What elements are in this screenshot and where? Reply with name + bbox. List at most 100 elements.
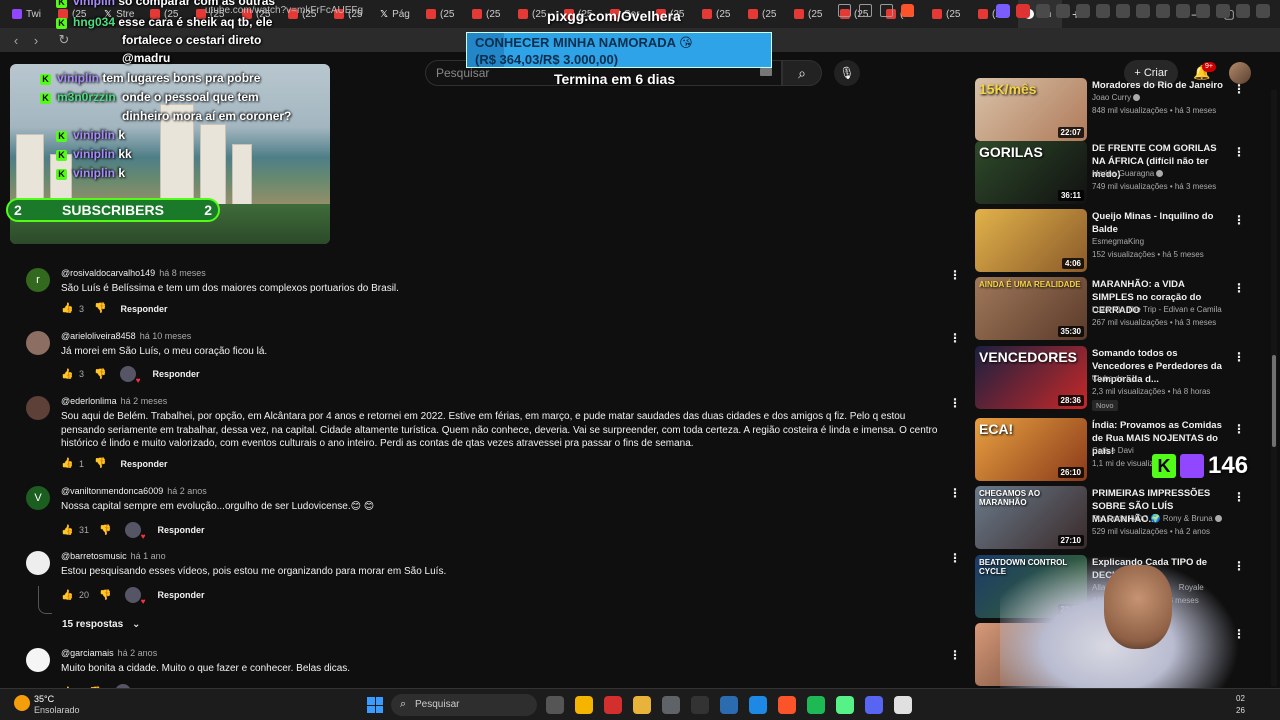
comment-time[interactable]: há 2 anos <box>118 648 158 658</box>
browser-tab[interactable]: (25 <box>466 0 512 28</box>
video-thumbnail[interactable]: 15K/mês 22:07 <box>975 78 1087 141</box>
extension-icon[interactable] <box>1236 4 1250 18</box>
video-thumbnail[interactable]: 4:06 <box>975 209 1087 272</box>
keyboard-icon[interactable] <box>760 68 772 76</box>
comment-time[interactable]: há 2 meses <box>121 396 168 406</box>
browser-tab[interactable]: (25 <box>926 0 972 28</box>
more-options-icon[interactable]: ⋮ <box>949 396 961 410</box>
taskbar-app-icon[interactable] <box>604 696 622 714</box>
more-options-icon[interactable]: ⋮ <box>949 486 961 500</box>
video-thumbnail[interactable]: CHEGAMOS AO MARANHÃO 27:10 <box>975 486 1087 549</box>
taskbar-app-icon[interactable] <box>633 696 651 714</box>
windows-start-icon[interactable] <box>367 697 383 713</box>
like-icon[interactable]: 👍 <box>61 525 77 536</box>
comment-time[interactable]: há 2 anos <box>167 486 207 496</box>
like-icon[interactable]: 👍 <box>61 303 77 314</box>
channel-name[interactable]: Joao Curry <box>1092 93 1141 102</box>
more-options-icon[interactable]: ⋮ <box>1233 82 1245 96</box>
extension-icon[interactable] <box>1096 4 1110 18</box>
dislike-icon[interactable]: 👎 <box>94 458 106 469</box>
extension-icon[interactable] <box>1136 4 1150 18</box>
weather-temperature[interactable]: 35°C <box>34 694 54 704</box>
comment-time[interactable]: há 10 meses <box>140 331 192 341</box>
channel-name[interactable]: Cata e Davi <box>1092 446 1134 455</box>
video-thumbnail[interactable]: AINDA É UMA REALIDADE 35:30 <box>975 277 1087 340</box>
extension-icon[interactable] <box>1076 4 1090 18</box>
more-options-icon[interactable]: ⋮ <box>1233 422 1245 436</box>
extension-icon[interactable] <box>1016 4 1030 18</box>
extension-icon[interactable] <box>1056 4 1070 18</box>
taskbar-app-icon[interactable] <box>720 696 738 714</box>
recommended-video[interactable]: AINDA É UMA REALIDADE 35:30 MARANHÃO: a VI… <box>975 277 1255 341</box>
more-options-icon[interactable]: ⋮ <box>1233 490 1245 504</box>
more-options-icon[interactable]: ⋮ <box>1233 145 1245 159</box>
browser-tab[interactable]: (25 <box>420 0 466 28</box>
video-thumbnail[interactable]: GORILAS 36:11 <box>975 141 1087 204</box>
dislike-icon[interactable]: 👎 <box>99 590 111 601</box>
commenter-avatar[interactable] <box>26 648 50 672</box>
more-options-icon[interactable]: ⋮ <box>949 268 961 282</box>
video-thumbnail[interactable]: VENCEDORES 28:36 <box>975 346 1087 409</box>
browser-tab[interactable]: (25 <box>696 0 742 28</box>
voice-search-button[interactable]: 🎙 <box>834 60 860 86</box>
extension-icon[interactable] <box>1156 4 1170 18</box>
reply-button[interactable]: Responder <box>157 590 204 600</box>
taskbar-search[interactable]: Pesquisar <box>391 694 537 716</box>
video-thumbnail[interactable]: ECA! 26:10 <box>975 418 1087 481</box>
more-options-icon[interactable]: ⋮ <box>949 331 961 345</box>
like-icon[interactable]: 👍 <box>61 590 77 601</box>
comment-time[interactable]: há 8 meses <box>159 268 206 278</box>
channel-name[interactable]: Luzer On The Trip - Edivan e Camila <box>1092 305 1222 314</box>
taskbar-app-icon[interactable] <box>546 696 564 714</box>
channel-name[interactable]: EsmegmaKing <box>1092 237 1144 246</box>
more-options-icon[interactable]: ⋮ <box>1233 281 1245 295</box>
channel-name[interactable]: Marina Guaragna <box>1092 169 1164 178</box>
commenter-avatar[interactable]: r <box>26 268 50 292</box>
browser-tab[interactable]: (25 <box>742 0 788 28</box>
channel-name[interactable]: Por Onde INDO 🌍 Rony & Bruna <box>1092 514 1222 523</box>
video-title[interactable]: Queijo Minas - Inquilino do Balde <box>1092 210 1227 236</box>
comment-time[interactable]: há 1 ano <box>131 551 166 561</box>
commenter-avatar[interactable] <box>26 331 50 355</box>
taskbar-app-icon[interactable] <box>662 696 680 714</box>
taskbar-app-icon[interactable] <box>691 696 709 714</box>
taskbar-app-icon[interactable] <box>894 696 912 714</box>
comment-author[interactable]: @ederlonlima <box>61 396 117 406</box>
view-replies-button[interactable]: 15 respostas ⌄ <box>62 619 140 630</box>
share-icon[interactable] <box>859 4 872 17</box>
comment-author[interactable]: @rosivaldocarvalho149 <box>61 268 155 278</box>
reload-icon[interactable]: ↻ <box>54 32 74 48</box>
scrollbar-thumb[interactable] <box>1272 355 1276 447</box>
install-app-icon[interactable] <box>838 4 851 17</box>
recommended-video[interactable]: CHEGAMOS AO MARANHÃO 27:10 PRIMEIRAS IMPRE… <box>975 486 1255 550</box>
recommended-video[interactable]: VENCEDORES 28:36 Somando todos os Vencedor… <box>975 346 1255 411</box>
like-icon[interactable]: 👍 <box>61 458 77 469</box>
like-icon[interactable]: 👍 <box>61 369 77 380</box>
extension-icon[interactable] <box>1116 4 1130 18</box>
menu-icon[interactable] <box>1256 4 1270 18</box>
clock[interactable]: 02 26 <box>1236 693 1245 717</box>
browser-tab[interactable]: (25 <box>788 0 834 28</box>
browser-tab[interactable]: 𝕏 Pág <box>374 0 420 28</box>
dislike-icon[interactable]: 👎 <box>94 369 106 380</box>
search-button[interactable]: ⌕ <box>782 60 822 86</box>
browser-tab[interactable]: Twi <box>6 0 52 28</box>
recommended-video[interactable]: 4:06 Queijo Minas - Inquilino do Balde Esm… <box>975 209 1255 273</box>
video-title[interactable]: Moradores do Rio de Janeiro <box>1092 79 1227 92</box>
commenter-avatar[interactable] <box>26 551 50 575</box>
taskbar-app-icon[interactable] <box>749 696 767 714</box>
extension-icon[interactable] <box>996 4 1010 18</box>
taskbar-app-icon[interactable] <box>778 696 796 714</box>
taskbar-app-icon[interactable] <box>836 696 854 714</box>
brave-shields-icon[interactable] <box>901 4 914 17</box>
dislike-icon[interactable]: 👎 <box>99 525 111 536</box>
extension-icon[interactable] <box>1216 4 1230 18</box>
comment-author[interactable]: @garciamais <box>61 648 114 658</box>
recommended-video[interactable]: 15K/mês 22:07 Moradores do Rio de Janeiro J… <box>975 78 1255 142</box>
more-options-icon[interactable]: ⋮ <box>949 551 961 565</box>
reply-button[interactable]: Responder <box>157 525 204 535</box>
taskbar-app-icon[interactable] <box>807 696 825 714</box>
commenter-avatar[interactable]: V <box>26 486 50 510</box>
reply-button[interactable]: Responder <box>120 304 167 314</box>
channel-name[interactable]: Clube da F1 <box>1092 374 1136 383</box>
